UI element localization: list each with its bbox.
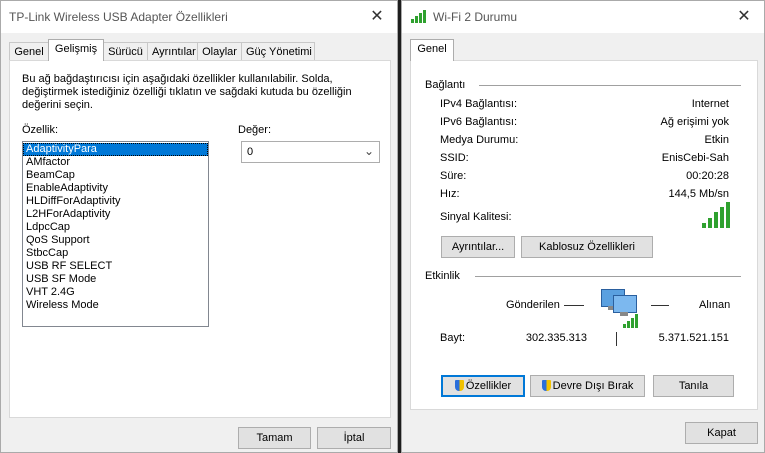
signal-bar (714, 212, 718, 228)
tab-details[interactable]: Ayrıntılar (147, 42, 198, 60)
sent-label: Gönderilen (506, 299, 560, 311)
chevron-down-icon: ⌄ (363, 144, 374, 158)
ssid-label: SSID: (440, 152, 469, 164)
received-label: Alınan (699, 299, 731, 311)
signal-bar (720, 207, 724, 228)
media-state-value: Etkin (704, 134, 729, 146)
tab-advanced[interactable]: Gelişmiş (48, 39, 104, 61)
property-list-item[interactable]: L2HForAdaptivity (23, 208, 208, 221)
value-dropdown-text: 0 (247, 146, 254, 158)
duration-value: 00:20:28 (686, 170, 729, 182)
ipv6-label: IPv6 Bağlantısı: (440, 116, 518, 128)
tab-power-management[interactable]: Güç Yönetimi (241, 42, 315, 60)
property-list-item[interactable]: QoS Support (23, 234, 208, 247)
property-list-item[interactable]: USB RF SELECT (23, 260, 208, 273)
section-divider (475, 276, 741, 277)
ssid-value: EnisCebi-Sah (661, 152, 729, 164)
property-list-item[interactable]: AMfactor (23, 156, 208, 169)
properties-button[interactable]: Özellikler (441, 375, 525, 397)
close-icon[interactable]: ✕ (357, 1, 397, 33)
bytes-received-value: 5.371.521.151 (658, 332, 729, 344)
signal-bar (702, 223, 706, 228)
ok-button[interactable]: Tamam (238, 427, 311, 449)
property-label: Özellik: (22, 124, 59, 136)
value-dropdown[interactable]: 0 ⌄ (241, 141, 380, 163)
shield-icon (454, 380, 464, 391)
adapter-properties-window: TP-Link Wireless USB Adapter Özellikleri… (0, 0, 398, 453)
close-button[interactable]: Kapat (685, 422, 758, 444)
connection-section-title: Bağlantı (425, 79, 466, 91)
tab-general[interactable]: Genel (410, 39, 454, 61)
sent-line (564, 305, 584, 306)
signal-bar (708, 218, 712, 228)
diagnose-button[interactable]: Tanıla (653, 375, 734, 397)
title-bar[interactable]: Wi-Fi 2 Durumu ✕ (402, 1, 764, 33)
signal-strength-icon (702, 202, 732, 228)
received-line (651, 305, 669, 306)
title-bar[interactable]: TP-Link Wireless USB Adapter Özellikleri… (1, 1, 397, 33)
window-title: TP-Link Wireless USB Adapter Özellikleri (9, 10, 228, 24)
value-label: Değer: (238, 124, 272, 136)
property-list-item[interactable]: HLDiffForAdaptivity (23, 195, 208, 208)
ipv4-label: IPv4 Bağlantısı: (440, 98, 518, 110)
network-computers-icon (597, 285, 641, 329)
property-list-item[interactable]: AdaptivityPara (23, 143, 208, 156)
activity-section-title: Etkinlik (425, 270, 460, 282)
window-title: Wi-Fi 2 Durumu (433, 10, 518, 24)
property-list-item[interactable]: EnableAdaptivity (23, 182, 208, 195)
details-button[interactable]: Ayrıntılar... (441, 236, 515, 258)
property-listbox[interactable]: AdaptivityPara AMfactor BeamCap EnableAdapt… (22, 141, 209, 327)
shield-icon (541, 380, 551, 391)
property-list-item[interactable]: USB SF Mode (23, 273, 208, 286)
property-list-item[interactable]: BeamCap (23, 169, 208, 182)
general-tab-panel: Bağlantı IPv4 Bağlantısı: Internet IPv6 … (410, 60, 758, 410)
ipv6-value: Ağ erişimi yok (660, 116, 729, 128)
disable-button-label: Devre Dışı Bırak (552, 380, 634, 392)
property-list-item[interactable]: LdpcCap (23, 221, 208, 234)
property-list-item[interactable]: VHT 2.4G (23, 286, 208, 299)
section-divider (479, 85, 741, 86)
cancel-button[interactable]: İptal (317, 427, 391, 449)
bytes-divider (616, 332, 617, 346)
wireless-properties-button[interactable]: Kablosuz Özellikleri (521, 236, 653, 258)
tab-events[interactable]: Olaylar (197, 42, 242, 60)
speed-value: 144,5 Mb/sn (668, 188, 729, 200)
advanced-tab-panel: Bu ağ bağdaştırıcısı için aşağıdaki özel… (9, 60, 391, 418)
signal-quality-label: Sinyal Kalitesi: (440, 211, 512, 223)
bytes-sent-value: 302.335.313 (525, 332, 587, 344)
bytes-label: Bayt: (440, 332, 466, 344)
tab-general[interactable]: Genel (9, 42, 49, 60)
property-list-item[interactable]: StbcCap (23, 247, 208, 260)
ipv4-value: Internet (691, 98, 729, 110)
wifi-status-window: Wi-Fi 2 Durumu ✕ Genel Bağlantı IPv4 Bağ… (401, 0, 765, 453)
property-list-item[interactable]: Wireless Mode (23, 299, 208, 312)
signal-bar (726, 202, 730, 228)
description-text: Bu ağ bağdaştırıcısı için aşağıdaki özel… (22, 73, 352, 111)
duration-label: Süre: (440, 170, 467, 182)
tab-driver[interactable]: Sürücü (103, 42, 148, 60)
disable-button[interactable]: Devre Dışı Bırak (530, 375, 645, 397)
properties-button-label: Özellikler (465, 380, 512, 392)
close-icon[interactable]: ✕ (724, 1, 764, 33)
media-state-label: Medya Durumu: (440, 134, 519, 146)
wifi-signal-icon (411, 10, 427, 23)
speed-label: Hız: (440, 188, 460, 200)
